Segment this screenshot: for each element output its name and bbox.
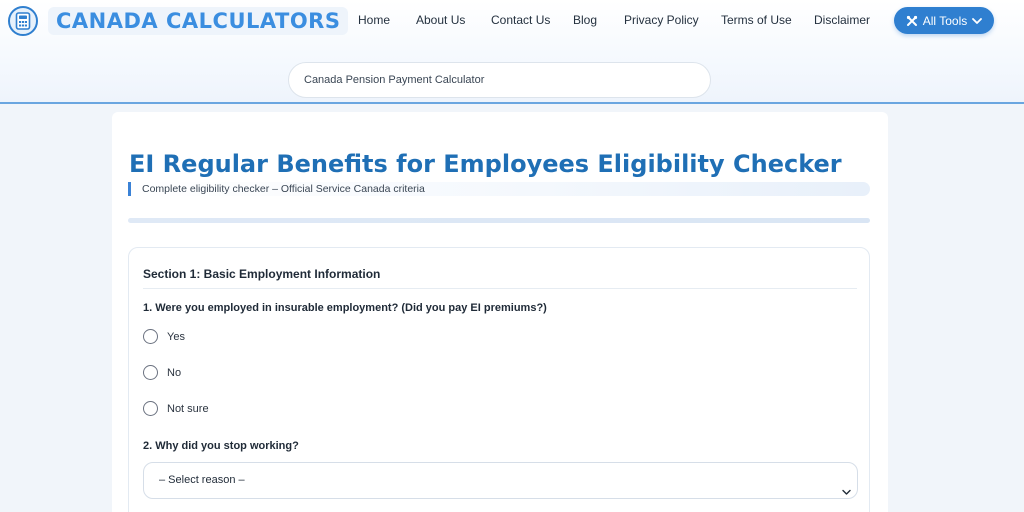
radio-label: Yes — [167, 330, 185, 343]
radio-label: No — [167, 366, 182, 379]
radio-option-no[interactable]: No — [143, 365, 181, 380]
nav-privacy-link[interactable]: Privacy Policy — [624, 13, 699, 27]
page-subtitle: Complete eligibility checker – Official … — [128, 182, 870, 196]
page-title: EI Regular Benefits for Employees Eligib… — [129, 150, 842, 178]
reason-select[interactable]: – Select reason – — [143, 462, 858, 499]
section-title: Section 1: Basic Employment Information — [143, 267, 381, 281]
question-stop-working: 2. Why did you stop working? — [143, 440, 299, 452]
all-tools-button[interactable]: All Tools — [894, 7, 994, 34]
nav-contact-link[interactable]: Contact Us — [491, 13, 550, 27]
section-divider — [143, 288, 857, 289]
brand-name: CANADA CALCULATORS — [48, 7, 349, 35]
chevron-down-icon — [842, 476, 851, 511]
site-header: CANADA CALCULATORS Home About Us Contact… — [0, 0, 1024, 104]
search-input[interactable]: Canada Pension Payment Calculator — [288, 62, 711, 98]
progress-divider — [128, 218, 870, 223]
nav-disclaimer-link[interactable]: Disclaimer — [814, 13, 870, 27]
select-value: – Select reason – — [159, 474, 245, 486]
calculator-icon — [8, 6, 38, 36]
radio-option-yes[interactable]: Yes — [143, 329, 185, 344]
all-tools-label: All Tools — [922, 13, 968, 28]
radio-button[interactable] — [143, 365, 158, 380]
question-insurable-employment: 1. Were you employed in insurable employ… — [143, 302, 547, 314]
nav-home-link[interactable]: Home — [358, 13, 390, 27]
chevron-down-icon — [972, 17, 983, 25]
nav-terms-link[interactable]: Terms of Use — [721, 13, 792, 27]
radio-button[interactable] — [143, 401, 158, 416]
section-basic-employment: Section 1: Basic Employment Information … — [128, 247, 870, 512]
site-logo[interactable]: CANADA CALCULATORS — [8, 4, 349, 38]
nav-blog-link[interactable]: Blog — [573, 13, 597, 27]
calculator-card: EI Regular Benefits for Employees Eligib… — [112, 112, 888, 512]
radio-label: Not sure — [167, 402, 209, 415]
tools-icon — [906, 15, 918, 27]
nav-about-link[interactable]: About Us — [416, 13, 465, 27]
radio-option-not-sure[interactable]: Not sure — [143, 401, 209, 416]
radio-button[interactable] — [143, 329, 158, 344]
